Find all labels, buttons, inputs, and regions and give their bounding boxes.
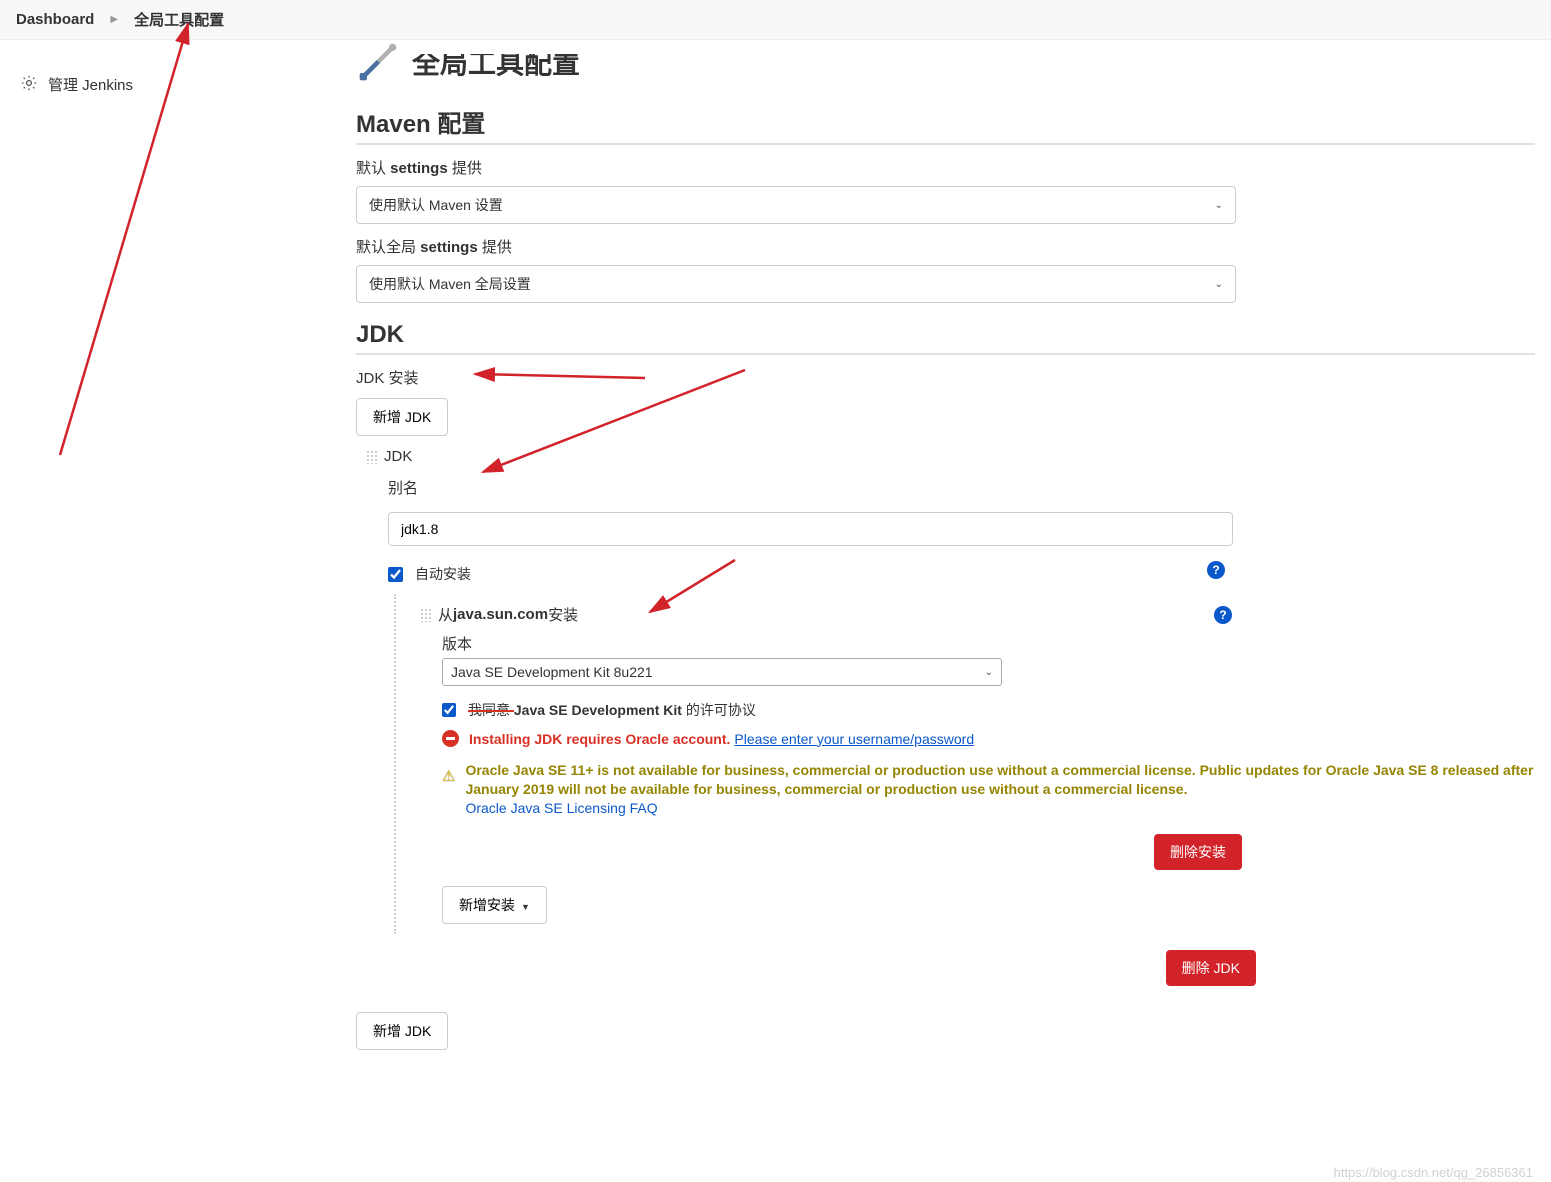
add-installer-button[interactable]: 新增安装 ▼ [442,886,547,924]
page-title: 全局工具配置 [412,42,580,82]
jdk-install-label: JDK 安装 [356,367,1535,388]
watermark: https://blog.csdn.net/qg_26856361 [1334,1165,1534,1180]
caret-down-icon: ▼ [521,902,530,912]
add-jdk-button-bottom[interactable]: 新增 JDK [356,1012,448,1050]
jdk-version-select[interactable]: Java SE Development Kit 8u221 ⌄ [442,658,1002,686]
license-agreement-checkbox[interactable] [442,703,456,717]
breadcrumb: Dashboard ▶ 全局工具配置 [0,0,1551,40]
chevron-right-icon: ▶ [110,14,118,25]
maven-global-settings-select[interactable]: 使用默认 Maven 全局设置 ⌄ [356,265,1236,303]
add-jdk-button[interactable]: 新增 JDK [356,398,448,436]
sidebar-item-label: 管理 Jenkins [48,74,133,95]
auto-install-label: 自动安装 [415,564,471,584]
auto-install-checkbox[interactable] [388,567,403,582]
help-icon[interactable]: ? [1214,606,1232,624]
breadcrumb-dashboard[interactable]: Dashboard [16,11,94,28]
installer-title: 从 java.sun.com 安装 [420,604,578,625]
maven-global-settings-value: 使用默认 Maven 全局设置 [369,274,531,294]
jdk-alias-label: 别名 [388,477,1535,498]
maven-default-settings-value: 使用默认 Maven 设置 [369,195,503,215]
error-icon [442,730,459,747]
version-label: 版本 [442,633,1535,654]
section-maven-title: Maven 配置 [356,104,1535,145]
license-agreement-row[interactable]: 我同意 Java SE Development Kit 的许可协议 [442,700,1535,720]
main-content: 全局工具配置 Maven 配置 默认 settings 提供 使用默认 Mave… [340,40,1551,1090]
delete-install-button[interactable]: 删除安装 [1154,834,1242,870]
sidebar-item-manage-jenkins[interactable]: 管理 Jenkins [16,66,324,103]
licensing-faq-link[interactable]: Oracle Java SE Licensing FAQ [465,800,657,816]
chevron-down-icon: ⌄ [985,667,993,678]
jdk-entry-header: JDK [366,448,1535,465]
sidebar-item-partial [16,54,324,60]
license-agreement-label: 我同意 Java SE Development Kit 的许可协议 [468,700,756,720]
warning-icon: ⚠ [442,767,455,785]
drag-handle-icon[interactable] [420,608,432,622]
wrench-screwdriver-icon [356,40,400,84]
gear-icon [20,74,48,95]
jdk-version-value: Java SE Development Kit 8u221 [451,664,653,680]
delete-jdk-button[interactable]: 删除 JDK [1166,950,1256,986]
license-warning: ⚠ Oracle Java SE 11+ is not available fo… [442,761,1535,818]
jdk-entry-title: JDK [384,448,412,465]
chevron-down-icon: ⌄ [1215,279,1223,290]
error-text: Installing JDK requires Oracle account. [469,731,730,747]
add-installer-label: 新增安装 [459,897,515,913]
section-jdk-title: JDK [356,321,1535,355]
maven-default-settings-label: 默认 settings 提供 [356,157,1535,178]
maven-default-settings-select[interactable]: 使用默认 Maven 设置 ⌄ [356,186,1236,224]
chevron-down-icon: ⌄ [1215,200,1223,211]
auto-install-row[interactable]: 自动安装 [388,564,471,584]
breadcrumb-current[interactable]: 全局工具配置 [134,9,224,30]
help-icon[interactable]: ? [1207,561,1225,579]
drag-handle-icon[interactable] [366,450,378,464]
sidebar: 管理 Jenkins [0,40,340,1090]
oracle-account-error: Installing JDK requires Oracle account. … [442,730,1535,747]
installer-block: 从 java.sun.com 安装 ? 版本 Java SE Developme… [394,594,1535,934]
enter-credentials-link[interactable]: Please enter your username/password [734,731,974,747]
maven-global-settings-label: 默认全局 settings 提供 [356,236,1535,257]
jdk-alias-input[interactable] [388,512,1233,546]
